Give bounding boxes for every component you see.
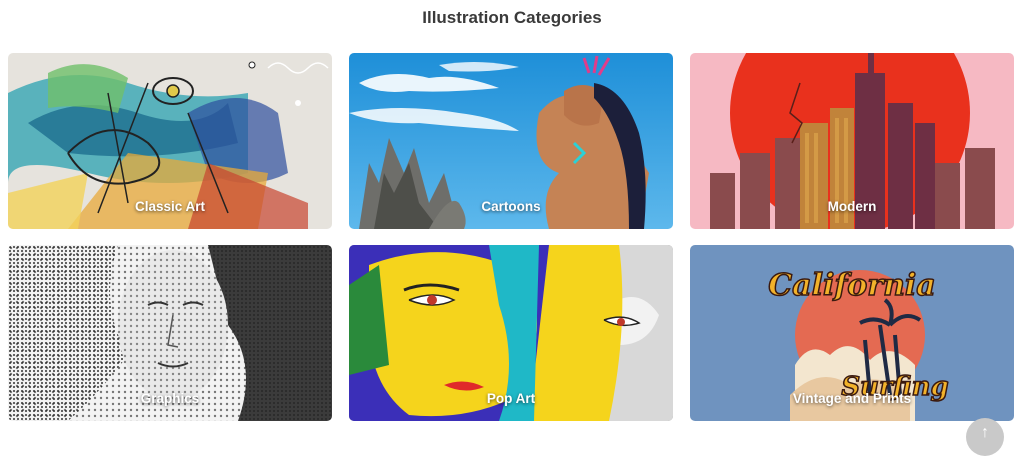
scroll-to-top-button[interactable]: ↑: [966, 418, 1004, 456]
category-label: Vintage and Prints: [792, 391, 912, 406]
category-label: Classic Art: [134, 199, 206, 214]
category-label: Pop Art: [486, 391, 536, 406]
california-lettering: California: [768, 268, 935, 303]
category-label: Modern: [827, 199, 877, 214]
category-label: Cartoons: [481, 199, 541, 214]
arrow-up-icon: ↑: [981, 424, 989, 441]
category-card-modern[interactable]: Modern: [690, 53, 1014, 229]
category-card-cartoons[interactable]: Cartoons: [349, 53, 673, 229]
category-label: Graphics: [140, 391, 200, 406]
category-card-classic-art[interactable]: Classic Art: [8, 53, 332, 229]
category-card-graphics[interactable]: Graphics: [8, 245, 332, 421]
category-card-vintage-and-prints[interactable]: California Surfing Vintage and Prints: [690, 245, 1014, 421]
page-title: Illustration Categories: [422, 8, 602, 27]
category-card-pop-art[interactable]: Pop Art: [349, 245, 673, 421]
